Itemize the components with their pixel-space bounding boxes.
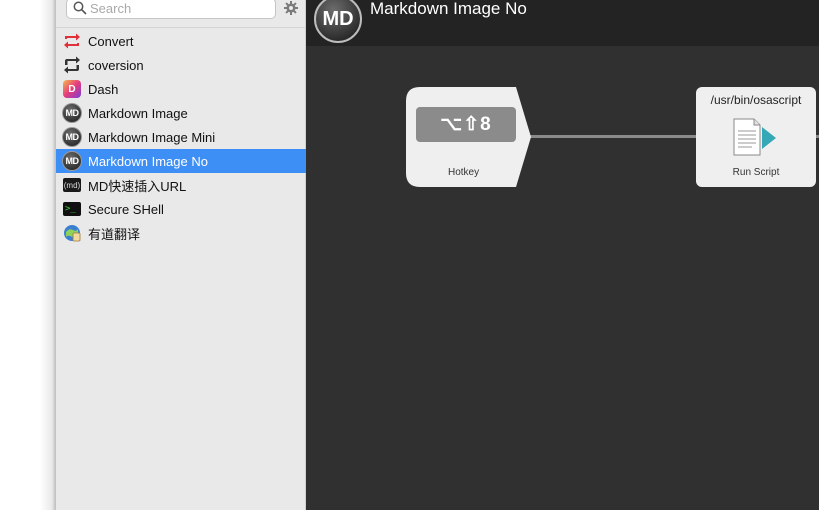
- sidebar-item-label: coversion: [88, 57, 144, 73]
- sidebar-item-label: 有道翻译: [88, 226, 141, 242]
- sidebar-item-label: Convert: [88, 33, 134, 49]
- md-logo-icon: MD: [314, 0, 362, 43]
- search-input[interactable]: [90, 0, 270, 17]
- convert-icon: [62, 31, 82, 51]
- run-script-node[interactable]: /usr/bin/osascript Run Script: [696, 87, 816, 187]
- sidebar-item-dash[interactable]: D Dash: [56, 77, 306, 101]
- dash-icon: D: [62, 79, 82, 99]
- workflow-sidebar: Convert coversion D Dash MD Markdown Ima…: [56, 0, 306, 510]
- run-script-label: Run Script: [732, 167, 780, 178]
- sidebar-item-label: Secure SHell: [88, 201, 164, 217]
- sidebar-item-label: Markdown Image Mini: [88, 129, 216, 145]
- gear-icon[interactable]: [284, 1, 298, 15]
- search-box[interactable]: [66, 0, 276, 19]
- sidebar-item-md-url[interactable]: (md) MD快速插入URL: [56, 173, 306, 197]
- sidebar-item-youdao[interactable]: 有道翻译: [56, 221, 306, 245]
- sidebar-item-markdown-image[interactable]: MD Markdown Image: [56, 101, 306, 125]
- workflow-list: Convert coversion D Dash MD Markdown Ima…: [56, 29, 306, 245]
- desktop-edge: [0, 0, 56, 510]
- sidebar-item-label: Markdown Image No: [88, 153, 208, 169]
- sidebar-item-coversion[interactable]: coversion: [56, 53, 306, 77]
- md-square-icon: (md): [62, 175, 82, 195]
- md-icon: MD: [62, 127, 82, 147]
- hotkey-node-label: Hotkey: [448, 167, 480, 178]
- script-document-icon: [733, 118, 776, 156]
- sidebar-item-markdown-image-no[interactable]: MD Markdown Image No: [56, 149, 306, 173]
- terminal-icon: >_: [62, 199, 82, 219]
- repeat-icon: [62, 55, 82, 75]
- sidebar-item-convert[interactable]: Convert: [56, 29, 306, 53]
- workflow-canvas[interactable]: MD Markdown Image No ⌥⇧8 Hotkey /usr/bin…: [306, 0, 819, 510]
- script-path: /usr/bin/osascript: [710, 93, 802, 107]
- search-icon: [73, 1, 87, 15]
- workflow-header: MD Markdown Image No: [306, 0, 819, 46]
- search-row: [56, 0, 306, 28]
- md-icon: MD: [62, 103, 82, 123]
- md-icon: MD: [62, 151, 82, 171]
- page-title: Markdown Image No: [370, 0, 527, 18]
- hotkey-combo: ⌥⇧8: [416, 107, 516, 142]
- youdao-icon: [62, 223, 82, 243]
- connection-line[interactable]: [530, 135, 700, 138]
- sidebar-item-secure-shell[interactable]: >_ Secure SHell: [56, 197, 306, 221]
- sidebar-item-label: Markdown Image: [88, 105, 188, 121]
- hotkey-trigger-node[interactable]: ⌥⇧8 Hotkey: [406, 87, 531, 187]
- sidebar-item-markdown-image-mini[interactable]: MD Markdown Image Mini: [56, 125, 306, 149]
- sidebar-item-label: Dash: [88, 81, 119, 97]
- sidebar-item-label: MD快速插入URL: [88, 178, 187, 194]
